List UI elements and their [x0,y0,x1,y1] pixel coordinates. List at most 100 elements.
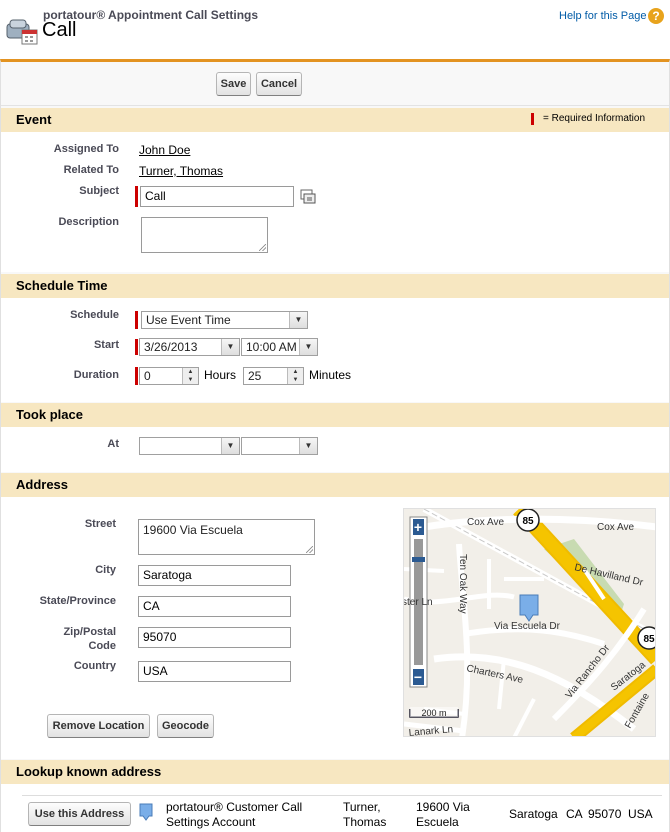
contact-name-line: Turner, [343,800,381,814]
section-title: Lookup known address [16,764,162,779]
hours-unit-label: Hours [204,368,237,382]
duration-hours-stepper[interactable]: 0 ▲ ▼ [139,367,199,385]
zip-label-line1: Zip/Postal [63,626,116,638]
schedule-selected-value: Use Event Time [146,313,231,327]
duration-minutes-stepper[interactable]: 25 ▲ ▼ [243,367,304,385]
state-input[interactable]: CA [138,596,291,617]
schedule-select[interactable]: Use Event Time ▼ [141,311,308,329]
section-title: Address [16,477,69,492]
required-indicator [135,367,138,385]
required-indicator [135,339,138,355]
help-icon[interactable]: ? [648,8,664,24]
street-label-via-escuela: Via Escuela Dr [494,621,561,632]
at-label: At [107,438,119,450]
geocode-button[interactable]: Geocode [157,714,214,738]
zoom-out-button[interactable]: − [414,669,422,685]
chevron-down-icon: ▼ [299,339,317,355]
call-app-icon [5,16,39,46]
use-this-address-button[interactable]: Use this Address [28,802,131,826]
required-indicator [135,311,138,329]
state-label: State/Province [39,595,116,607]
street-label-cox-ave: Cox Ave [597,522,634,533]
highway-shield-label: 85 [522,516,534,527]
street-label-via-rancho: Via Rancho Dr [564,642,613,700]
minutes-unit-label: Minutes [309,368,352,382]
took-place-body [1,427,669,472]
took-place-date-select[interactable]: ▼ [139,437,240,455]
page-header: portatour® Appointment Call Settings Cal… [0,0,670,60]
lookup-street-line: Escuela [416,815,459,829]
zip-label-line2: Code [88,640,117,652]
street-label-ster-ln: ster Ln [404,597,433,608]
duration-hours-value: 0 [144,369,151,383]
section-lookup-header: Lookup known address [1,760,669,784]
account-name-line: portatour® Customer Call [166,800,303,814]
required-legend: = Required Information [543,113,646,124]
highway-shield-label: 85 [643,634,655,645]
city-input[interactable]: Saratoga [138,565,291,586]
required-indicator [531,113,534,125]
button-bar: Save Cancel [1,62,669,106]
description-textarea[interactable] [141,217,268,253]
page-title: Call [42,19,77,41]
start-date-value: 3/26/2013 [144,340,198,354]
chevron-down-icon: ▼ [221,438,239,454]
subject-input[interactable]: Call [140,186,294,207]
street-textarea[interactable]: 19600 Via Escuela [138,519,315,555]
city-label: City [95,564,116,576]
cancel-button[interactable]: Cancel [256,72,302,96]
assigned-to-label: Assigned To [53,143,119,155]
contact-name-line: Thomas [343,815,387,829]
contact-name: Turner, Thomas [343,800,386,830]
zoom-in-button[interactable]: + [414,519,422,535]
section-title: Schedule Time [16,278,108,293]
start-time-value: 10:00 AM [246,340,297,354]
assigned-to-link[interactable]: John Doe [139,143,190,157]
street-label: Street [84,518,116,530]
help-link[interactable]: Help for this Page [559,10,646,22]
lookup-city: Saratoga [509,807,558,821]
lookup-state: CA [566,807,583,821]
section-title: Event [16,112,52,127]
section-schedule-header: Schedule Time [1,274,669,298]
spinner-arrows-icon[interactable]: ▲ ▼ [287,368,303,384]
lookup-country: USA [628,807,653,821]
start-time-select[interactable]: 10:00 AM ▼ [241,338,318,356]
subject-combobox-icon[interactable] [300,189,316,205]
schedule-label: Schedule [70,309,119,321]
start-label: Start [93,339,119,351]
chevron-down-icon: ▼ [289,312,307,328]
section-took-place-header: Took place [1,403,669,427]
account-name-line: Settings Account [166,815,256,829]
took-place-time-select[interactable]: ▼ [241,437,318,455]
section-address-header: Address [1,473,669,497]
chevron-down-icon: ▼ [299,438,317,454]
save-button[interactable]: Save [216,72,251,96]
location-marker-icon[interactable] [519,594,539,622]
start-date-select[interactable]: 3/26/2013 ▼ [139,338,240,356]
zip-input[interactable]: 95070 [138,627,291,648]
required-indicator [135,186,138,207]
subject-label: Subject [79,185,119,197]
duration-minutes-value: 25 [248,369,262,383]
related-to-link[interactable]: Turner, Thomas [139,164,223,178]
location-map[interactable]: + − Cox Ave Cox Ave De Havilland Dr Ten … [403,508,656,737]
street-label-cox-ave: Cox Ave [467,517,504,528]
related-to-label: Related To [63,164,119,176]
description-label: Description [58,216,119,228]
street-label-ten-oak-way: Ten Oak Way [457,554,468,614]
lookup-street-line: 19600 Via [416,800,470,814]
remove-location-button[interactable]: Remove Location [47,714,150,738]
duration-label: Duration [73,369,119,381]
section-title: Took place [16,407,83,422]
spinner-arrows-icon[interactable]: ▲ ▼ [182,368,198,384]
lookup-zip: 95070 [588,807,622,821]
lookup-street: 19600 Via Escuela [416,800,470,830]
chevron-down-icon: ▼ [221,339,239,355]
map-marker-icon [139,803,153,821]
account-name: portatour® Customer Call Settings Accoun… [166,800,302,830]
table-row: Use this Address portatour® Customer Cal… [22,795,662,832]
scale-label: 200 m [421,708,446,718]
country-label: Country [73,660,116,672]
country-input[interactable]: USA [138,661,291,682]
